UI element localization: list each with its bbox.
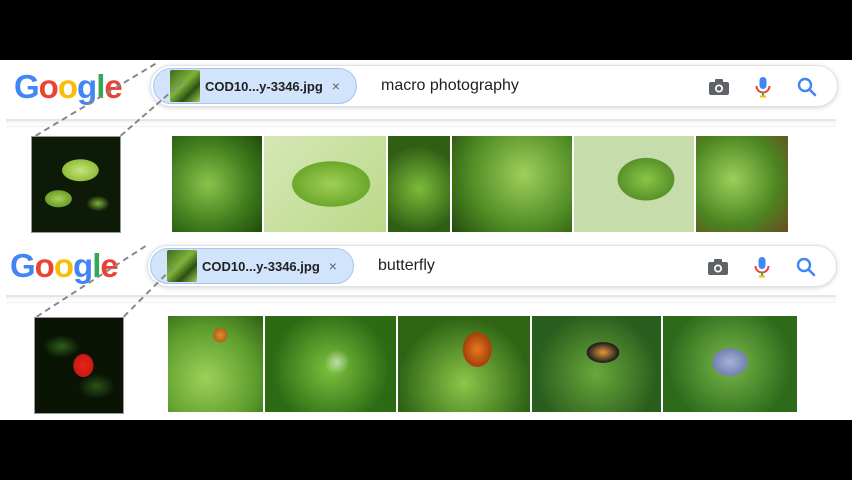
logo-letter: o — [38, 68, 59, 105]
logo-letter: o — [53, 247, 74, 284]
torn-divider — [6, 295, 836, 303]
image-chip[interactable]: COD10...y-3346.jpg × — [153, 68, 357, 104]
logo-letter: G — [10, 247, 36, 284]
search-icon[interactable] — [795, 75, 819, 99]
result-image[interactable] — [532, 316, 661, 412]
image-chip[interactable]: COD10...y-3346.jpg × — [150, 248, 354, 284]
search-bar[interactable]: COD10...y-3346.jpg × macro photography — [150, 65, 838, 107]
logo-letter: g — [73, 247, 93, 284]
search-bar[interactable]: COD10...y-3346.jpg × butterfly — [147, 245, 837, 287]
google-logo[interactable]: Google — [10, 247, 119, 285]
screen: Google COD10...y-3346.jpg × macro photog… — [0, 60, 852, 420]
source-image-thumbnail[interactable] — [31, 136, 121, 233]
result-image[interactable] — [264, 136, 386, 232]
remove-image-icon[interactable]: × — [332, 78, 340, 94]
result-strip — [172, 136, 788, 232]
result-image[interactable] — [696, 136, 788, 232]
camera-icon[interactable] — [706, 255, 730, 279]
result-image[interactable] — [172, 136, 262, 232]
logo-letter: G — [14, 68, 40, 105]
search-query[interactable]: butterfly — [378, 257, 435, 275]
result-image[interactable] — [265, 316, 396, 412]
search-query[interactable]: macro photography — [381, 77, 519, 95]
google-logo[interactable]: Google — [14, 68, 123, 106]
search-icon[interactable] — [794, 255, 818, 279]
microphone-icon[interactable] — [751, 75, 775, 99]
result-image[interactable] — [574, 136, 694, 232]
remove-image-icon[interactable]: × — [329, 258, 337, 274]
result-image[interactable] — [663, 316, 797, 412]
search-row-butterfly: Google COD10...y-3346.jpg × butterfly — [0, 240, 852, 420]
chip-filename: COD10...y-3346.jpg — [202, 258, 320, 274]
camera-icon[interactable] — [707, 75, 731, 99]
result-image[interactable] — [388, 136, 450, 232]
logo-letter: o — [34, 247, 55, 284]
microphone-icon[interactable] — [750, 255, 774, 279]
result-image[interactable] — [452, 136, 572, 232]
result-strip — [168, 316, 797, 412]
search-row-macro: Google COD10...y-3346.jpg × macro photog… — [0, 60, 852, 240]
logo-letter: o — [57, 68, 78, 105]
result-image[interactable] — [398, 316, 530, 412]
result-image[interactable] — [168, 316, 263, 412]
chip-filename: COD10...y-3346.jpg — [205, 78, 323, 94]
source-image-thumbnail[interactable] — [34, 317, 124, 414]
